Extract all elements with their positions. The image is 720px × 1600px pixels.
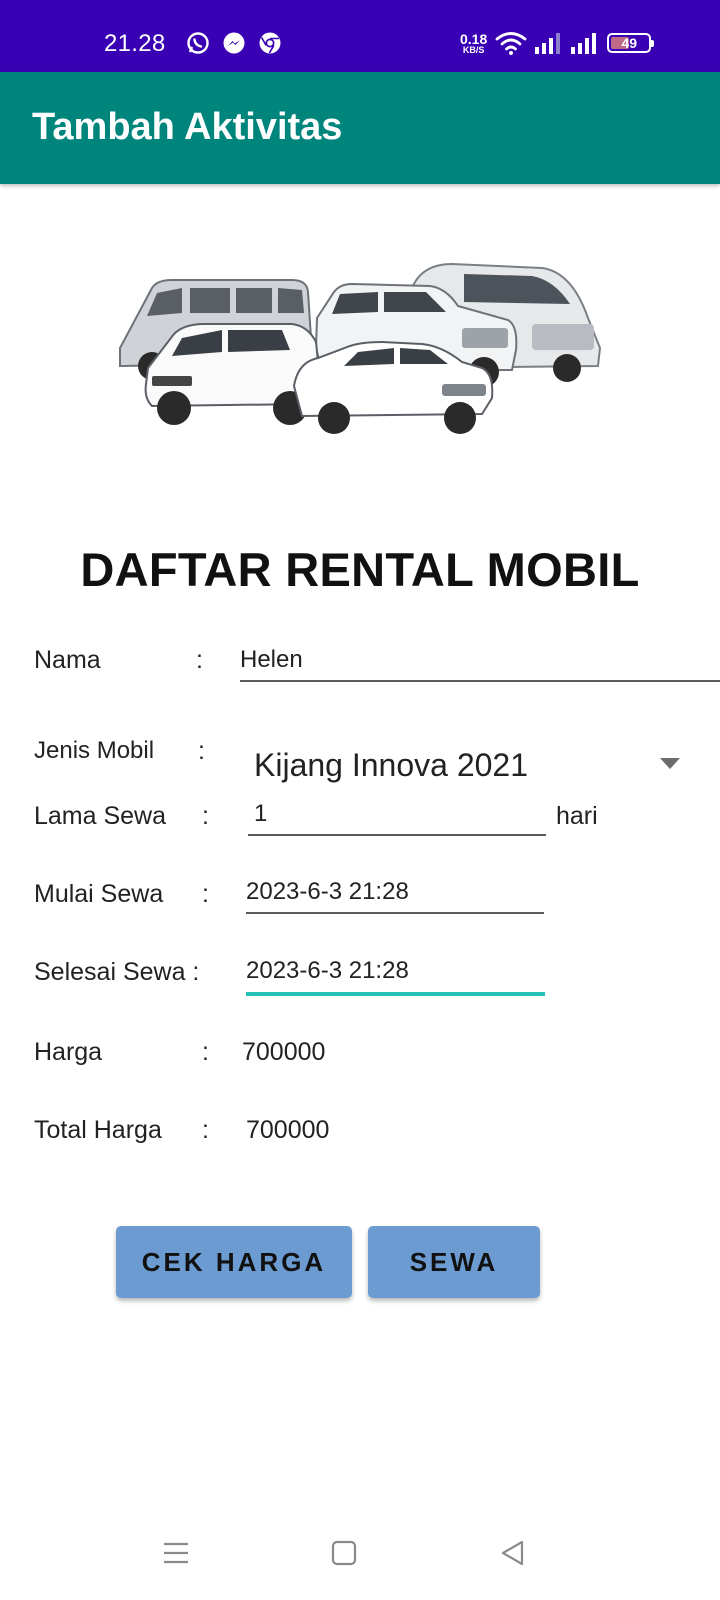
status-bar: 21.28 0.18 KB/S 49: [0, 0, 720, 72]
messenger-icon: [223, 32, 245, 54]
page-title: Tambah Aktivitas: [32, 106, 343, 148]
jenis-mobil-value: Kijang Innova 2021: [254, 747, 528, 783]
nama-input[interactable]: Helen: [240, 642, 720, 682]
lama-sewa-unit: hari: [556, 802, 598, 830]
nama-colon: :: [196, 646, 203, 674]
car-crossover: [144, 323, 322, 425]
network-speed-value: 0.18: [460, 30, 488, 47]
status-time: 21.28: [104, 30, 166, 57]
network-speed-unit: KB/S: [462, 44, 485, 55]
total-harga-colon: :: [202, 1116, 209, 1144]
selesai-sewa-input[interactable]: 2023-6-3 21:28: [246, 952, 545, 996]
selesai-sewa-label: Selesai Sewa :: [34, 958, 200, 986]
total-harga-value: 700000: [246, 1116, 330, 1144]
whatsapp-icon: [187, 32, 209, 54]
chrome-icon: [259, 32, 281, 54]
mulai-sewa-label: Mulai Sewa: [34, 880, 164, 908]
signal-icon: [571, 33, 597, 54]
navigation-bar: [0, 1520, 720, 1600]
home-icon[interactable]: [331, 1540, 357, 1566]
lama-sewa-input[interactable]: 1: [248, 796, 546, 836]
wifi-icon: [495, 32, 527, 55]
battery-icon: 49: [607, 33, 655, 53]
signal-icon: [535, 33, 561, 54]
status-right: 0.18 KB/S 49: [460, 30, 655, 56]
nama-label: Nama: [34, 646, 101, 674]
menu-icon[interactable]: [163, 1540, 189, 1566]
app-bar: Tambah Aktivitas: [0, 72, 720, 184]
lama-sewa-value: 1: [254, 800, 268, 827]
lama-sewa-label: Lama Sewa: [34, 802, 167, 830]
selesai-sewa-value: 2023-6-3 21:28: [246, 957, 409, 984]
dropdown-arrow-icon: [660, 758, 680, 769]
harga-value: 700000: [242, 1038, 326, 1066]
mulai-sewa-input[interactable]: 2023-6-3 21:28: [246, 874, 544, 914]
battery-level: 49: [621, 35, 638, 51]
network-speed: 0.18 KB/S: [460, 32, 487, 55]
sewa-button[interactable]: SEWA: [368, 1226, 540, 1298]
back-icon[interactable]: [500, 1540, 526, 1566]
mulai-sewa-colon: :: [202, 880, 209, 908]
harga-colon: :: [202, 1038, 209, 1066]
cek-harga-button[interactable]: CEK HARGA: [116, 1226, 352, 1298]
cars-image: [119, 262, 602, 434]
nama-value: Helen: [240, 646, 303, 673]
harga-label: Harga: [34, 1038, 103, 1066]
total-harga-label: Total Harga: [34, 1116, 162, 1144]
jenis-mobil-colon: :: [198, 737, 205, 765]
notification-icons: [186, 31, 282, 55]
mulai-sewa-value: 2023-6-3 21:28: [246, 878, 409, 905]
form-heading: DAFTAR RENTAL MOBIL: [80, 543, 640, 596]
jenis-mobil-label: Jenis Mobil: [34, 737, 155, 764]
lama-sewa-colon: :: [202, 802, 209, 830]
